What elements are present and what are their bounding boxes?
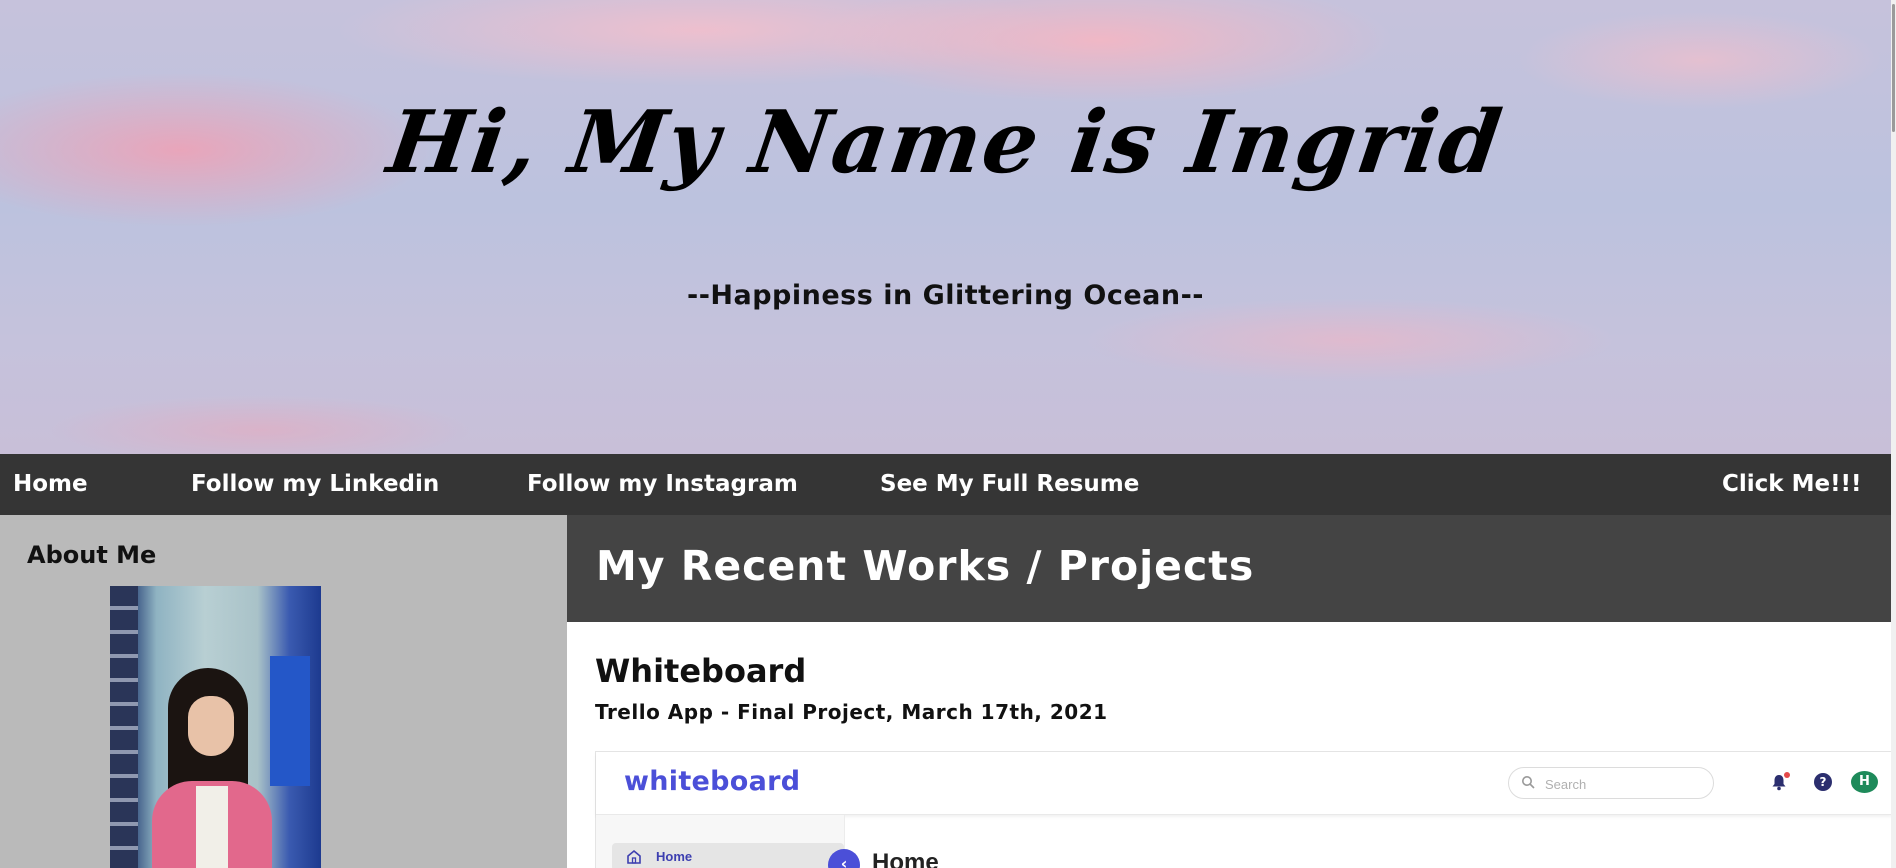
search-icon — [1521, 774, 1535, 793]
page-scrollbar[interactable] — [1891, 0, 1896, 868]
scrollbar-thumb[interactable] — [1892, 4, 1895, 132]
nav-click-me-link[interactable]: Click Me!!! — [1722, 454, 1862, 515]
projects-header: My Recent Works / Projects — [567, 515, 1891, 622]
whiteboard-search-box — [1508, 767, 1714, 799]
nav-linkedin-link[interactable]: Follow my Linkedin — [191, 454, 439, 515]
photo-background-panel — [270, 656, 310, 786]
whiteboard-sidebar-home-label: Home — [656, 849, 693, 864]
projects-main: My Recent Works / Projects Whiteboard Tr… — [567, 515, 1891, 868]
notification-dot — [1784, 772, 1790, 778]
home-icon — [626, 849, 642, 868]
photo-face — [188, 696, 234, 756]
hero-banner: Hi, My Name is Ingrid --Happiness in Gli… — [0, 0, 1891, 454]
hero-subtitle: --Happiness in Glittering Ocean-- — [686, 280, 1205, 311]
project-subtitle: Trello App - Final Project, March 17th, … — [595, 700, 1108, 724]
whiteboard-page-title: Home — [872, 849, 939, 868]
whiteboard-app-screenshot: whiteboard ? H Home ‹ Home — [595, 751, 1891, 868]
whiteboard-sidebar-item-home: Home — [612, 843, 844, 868]
profile-photo — [110, 586, 321, 868]
photo-background-shelf — [110, 586, 138, 868]
whiteboard-search-input — [1543, 773, 1707, 795]
projects-title: My Recent Works / Projects — [596, 542, 1255, 590]
help-icon: ? — [1814, 773, 1832, 791]
nav-instagram-link[interactable]: Follow my Instagram — [527, 454, 798, 515]
about-sidebar: About Me — [0, 515, 567, 868]
nav-home-link[interactable]: Home — [13, 454, 88, 515]
hero-title: Hi, My Name is Ingrid — [381, 92, 1510, 193]
nav-resume-link[interactable]: See My Full Resume — [880, 454, 1139, 515]
main-navbar: Home Follow my Linkedin Follow my Instag… — [0, 454, 1891, 515]
project-title: Whiteboard — [595, 652, 807, 690]
photo-shirt — [196, 786, 228, 868]
avatar: H — [1851, 771, 1878, 793]
about-me-heading: About Me — [27, 541, 157, 569]
whiteboard-sidebar: Home — [596, 815, 845, 868]
whiteboard-topbar: whiteboard ? H — [596, 752, 1891, 815]
whiteboard-logo: whiteboard — [624, 766, 801, 797]
chevron-left-icon: ‹ — [828, 849, 860, 868]
